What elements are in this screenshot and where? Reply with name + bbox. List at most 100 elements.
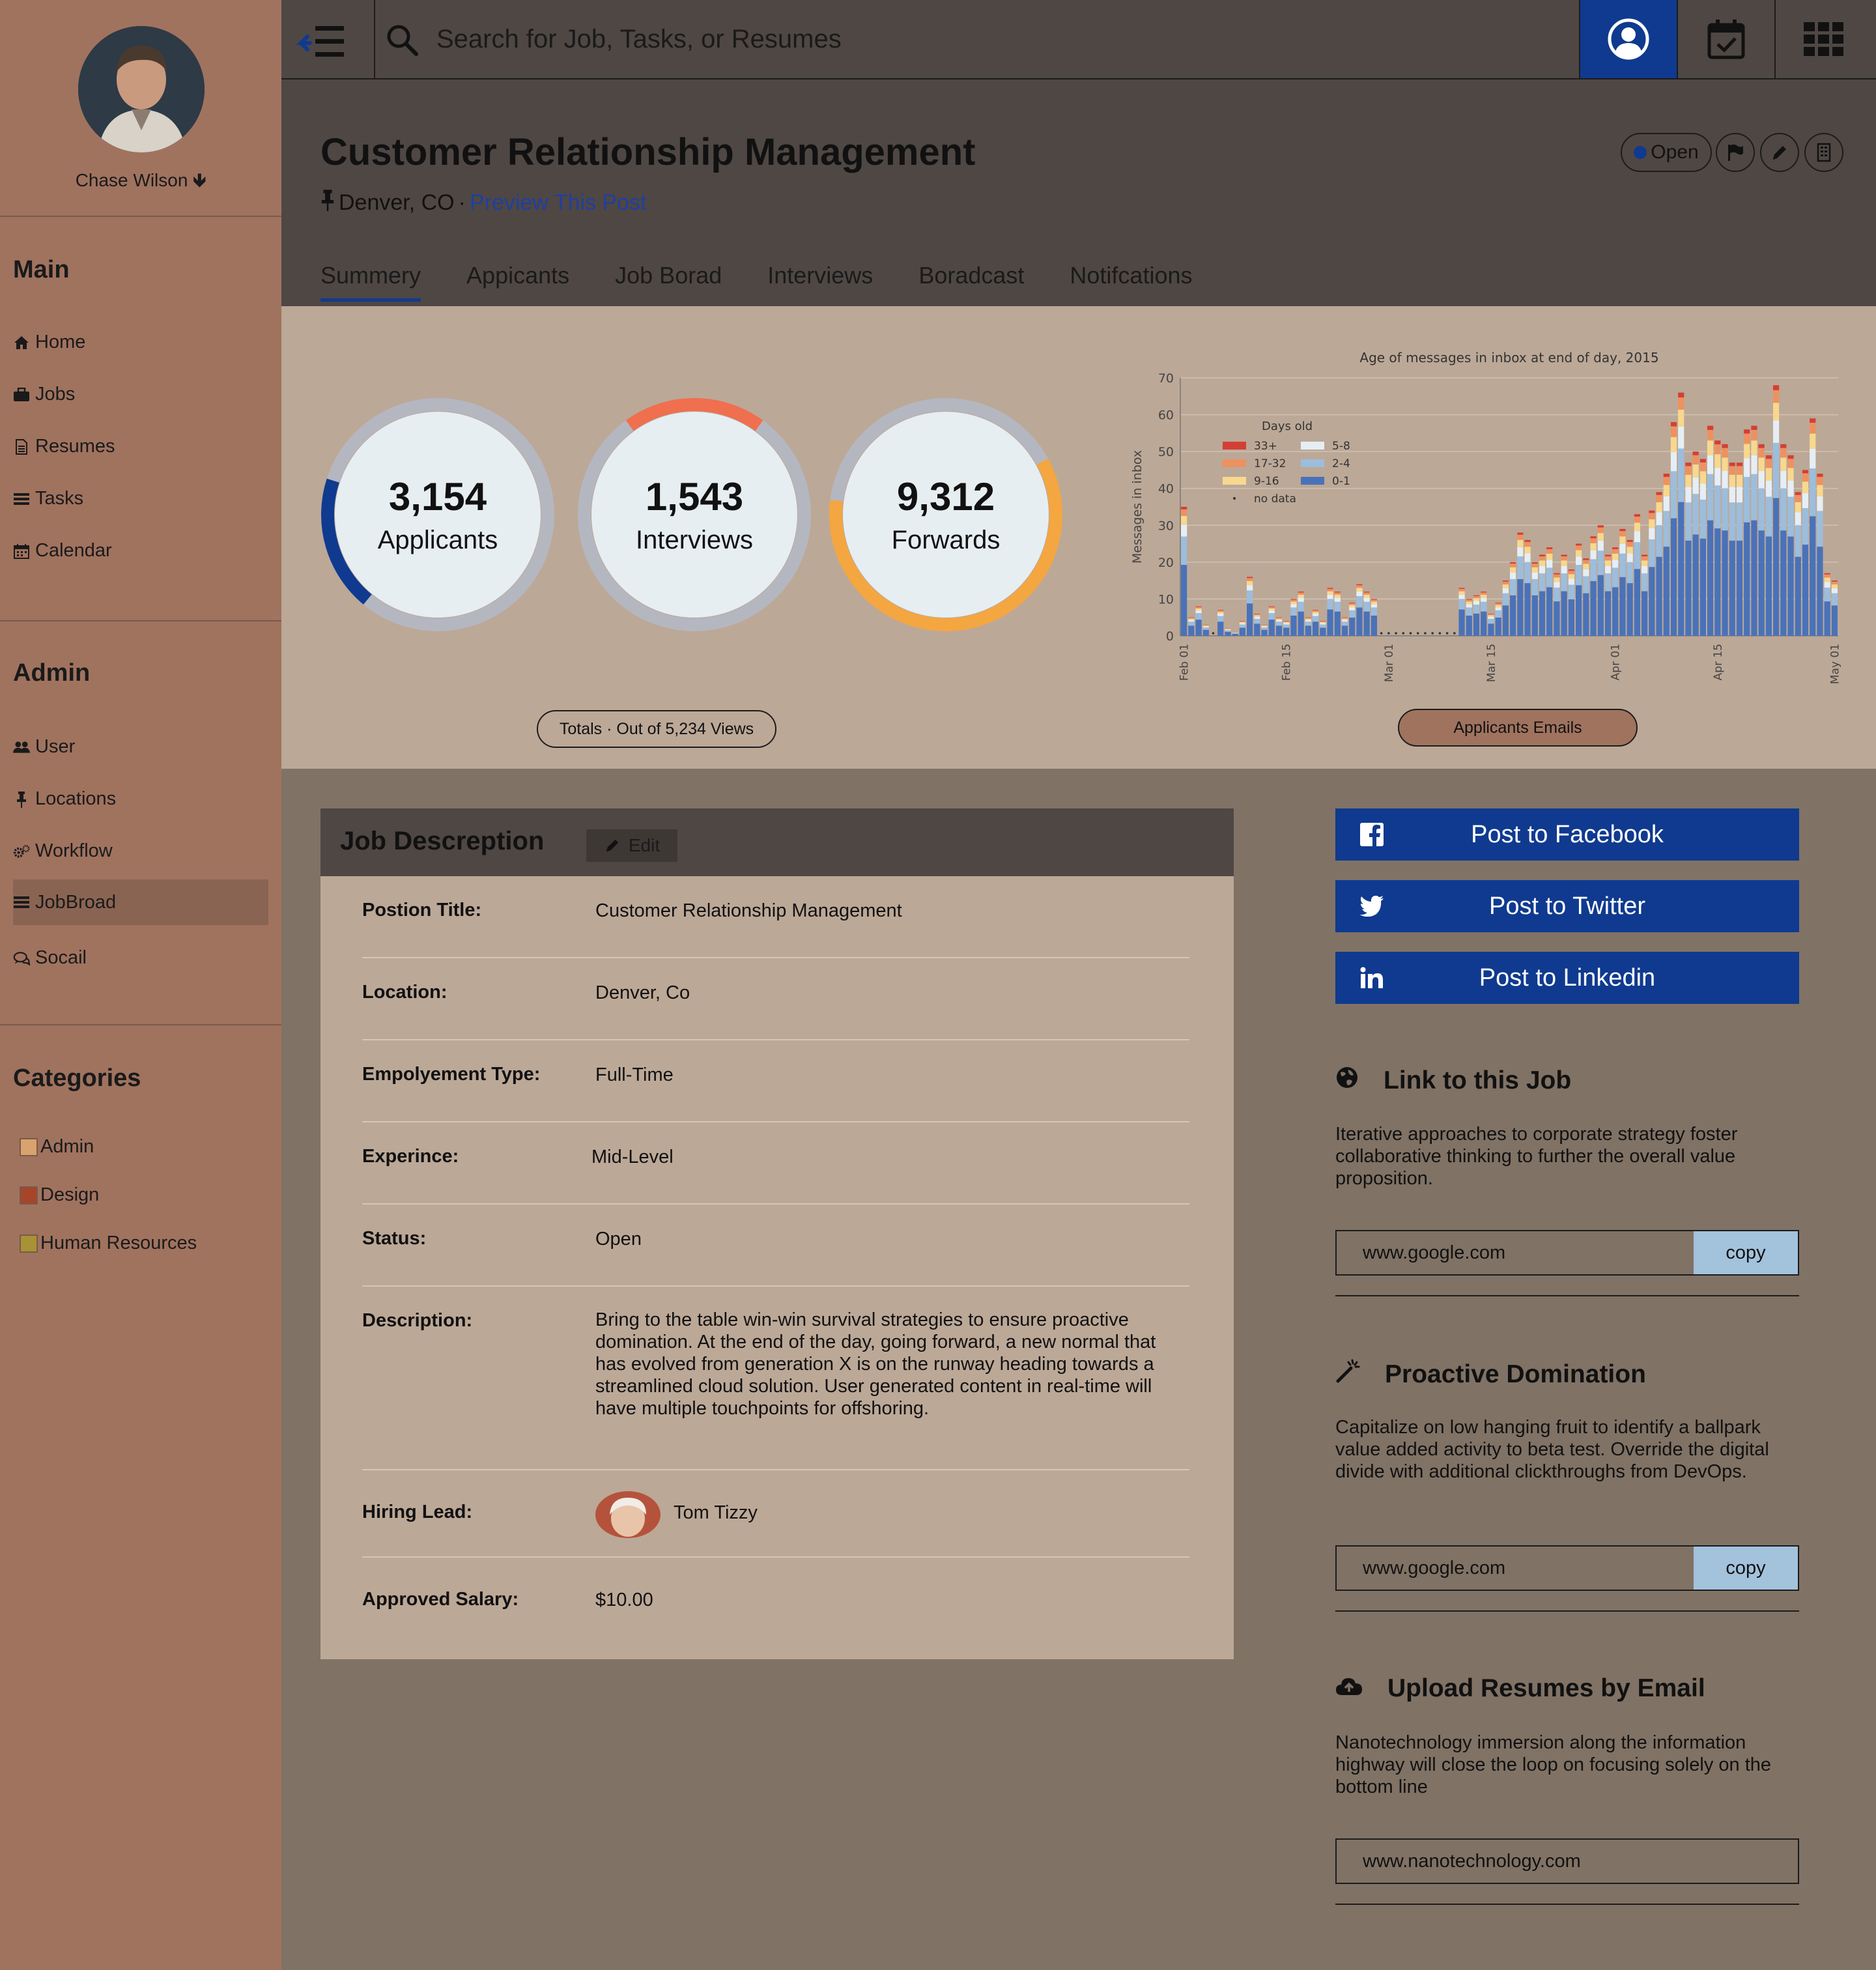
bar-segment [1649,519,1655,528]
legend-title: Days old [1262,420,1313,433]
bar-segment [1773,390,1780,403]
bar-segment [1729,540,1735,636]
bar-segment [1481,601,1487,612]
nav-item-home[interactable]: Home [13,332,85,353]
nav-item-resumes[interactable]: Resumes [13,436,115,457]
bar-segment [1627,539,1633,542]
user-name-dropdown[interactable]: Chase Wilson 🡻 [0,167,281,198]
bar-segment [1656,512,1662,526]
tab-appicants[interactable]: Appicants [466,262,569,302]
proactive-copy-button[interactable]: copy [1694,1547,1798,1590]
gears-icon [13,843,30,860]
bar-segment [1612,567,1619,588]
edit-description-button[interactable]: Edit [586,829,677,862]
building-button[interactable] [1804,133,1843,172]
menu-toggle-button[interactable] [281,0,375,78]
bar-segment [1356,607,1363,636]
bar-segment [1546,549,1553,554]
bar-segment [1824,582,1830,588]
nav-item-locations[interactable]: Locations [13,788,116,810]
proactive-title: Proactive Domination [1385,1360,1646,1388]
bar-segment [1663,547,1670,636]
nav-item-label: Tasks [35,488,84,509]
nav-item-workflow[interactable]: Workflow [13,840,113,862]
bar-segment [1787,455,1794,459]
category-color-swatch [20,1234,38,1253]
bar-segment [1502,593,1509,606]
bar-segment [1590,550,1597,560]
bar-segment [1458,591,1465,595]
category-design[interactable]: Design [20,1184,99,1206]
edit-button[interactable] [1760,133,1799,172]
bar-segment [1320,621,1326,622]
bar-segment [1604,554,1612,557]
calendar-button[interactable] [1677,0,1774,78]
bar-segment [1517,539,1524,547]
profile-section: Chase Wilson 🡻 [0,0,281,217]
bar-segment [1473,598,1480,601]
bar-segment [1239,627,1245,636]
no-data-marker [1409,632,1412,635]
bar-segment [1714,454,1721,468]
upload-email-input[interactable] [1337,1840,1793,1883]
bar-segment [1576,556,1582,565]
bar-segment [1202,629,1209,636]
status-badge[interactable]: Open [1621,133,1712,172]
category-admin[interactable]: Admin [20,1136,94,1158]
tab-job-borad[interactable]: Job Borad [615,262,722,302]
category-human-resources[interactable]: Human Resources [20,1233,197,1254]
nav-item-user[interactable]: User [13,736,75,758]
bar-segment [1539,573,1546,592]
tab-boradcast[interactable]: Boradcast [918,262,1024,302]
nav-item-social[interactable]: Socail [13,947,87,969]
nav-item-jobbroad[interactable]: JobBroad [13,879,268,925]
bar-segment [1568,584,1574,599]
bar-segment [1736,474,1743,487]
ring-center: 3,154 Applicants [335,412,541,618]
field-value: $10.00 [595,1590,653,1610]
tab-notifcations[interactable]: Notifcations [1070,262,1192,302]
preview-post-link[interactable]: Preview This Post [470,190,646,216]
tab-interviews[interactable]: Interviews [767,262,873,302]
legend-swatch [1233,497,1236,500]
user-avatar[interactable] [78,26,205,152]
bar-segment [1670,518,1677,636]
nav-item-tasks[interactable]: Tasks [13,488,83,509]
applicants-emails-button[interactable]: Applicants Emails [1398,709,1638,747]
no-data-marker [1453,632,1456,635]
profile-button[interactable] [1579,0,1677,78]
interviews-count: 1,543 [645,475,744,519]
bar-segment [1583,569,1589,577]
bar-segment [1283,621,1290,622]
bar-segment [1334,594,1341,598]
link-job-url-input[interactable] [1337,1231,1695,1274]
proactive-url-input[interactable] [1337,1547,1695,1590]
bar-segment [1313,612,1319,614]
bar-segment [1627,541,1633,547]
flag-button[interactable] [1716,133,1755,172]
bar-segment [1678,502,1684,636]
bar-segment [1546,553,1553,560]
x-tick-label: Mar 15 [1485,644,1498,682]
bar-segment [1736,463,1743,466]
bar-segment [1692,464,1699,478]
search-input[interactable] [436,20,1414,59]
bar-segment [1232,633,1238,634]
nav-item-calendar[interactable]: Calendar [13,540,112,562]
bar-segment [1795,502,1801,513]
totals-pill[interactable]: Totals · Out of 5,234 Views [537,710,776,748]
y-tick-label: 30 [1158,519,1174,533]
post-to-facebook-button[interactable]: Post to Facebook [1335,808,1799,861]
bar-segment [1692,477,1699,494]
post-to-twitter-button[interactable]: Post to Twitter [1335,880,1799,932]
field-label: Approved Salary: [362,1589,519,1610]
bar-segment [1810,448,1816,468]
link-job-copy-button[interactable]: copy [1694,1231,1798,1274]
bar-segment [1612,587,1619,636]
bar-segment [1707,440,1714,455]
tab-summery[interactable]: Summery [320,262,421,302]
apps-grid-button[interactable] [1774,0,1872,78]
bar-segment [1773,420,1780,443]
post-to-linkedin-button[interactable]: Post to Linkedin [1335,952,1799,1004]
nav-item-jobs[interactable]: Jobs [13,384,75,405]
